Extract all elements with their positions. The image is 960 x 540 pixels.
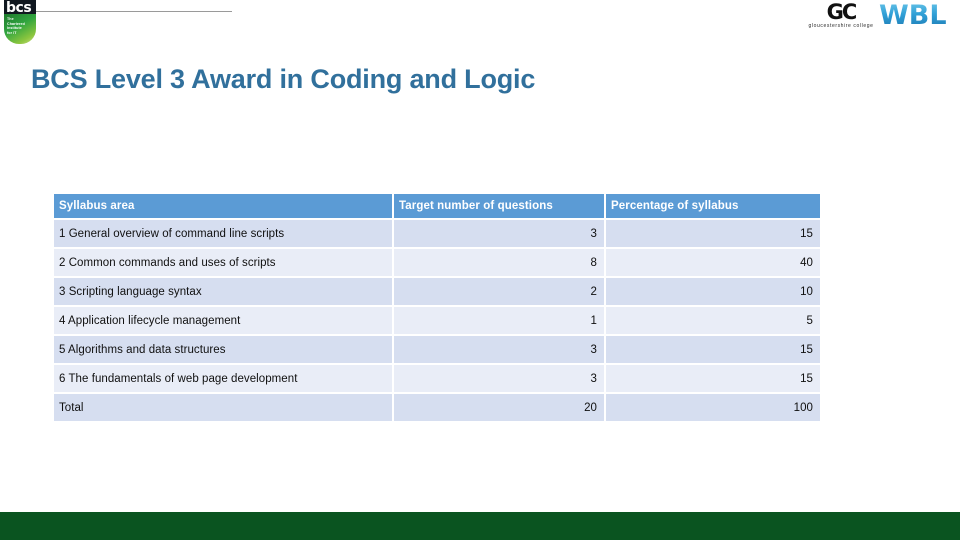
cell-syllabus-area: 6 The fundamentals of web page developme… [54,365,394,394]
cell-target-questions: 20 [394,394,606,421]
cell-target-questions: 3 [394,365,606,394]
cell-syllabus-area: 2 Common commands and uses of scripts [54,249,394,278]
cell-percentage: 15 [606,220,820,249]
slide-canvas: bcs The Chartered Institute for IT GC gl… [0,0,960,540]
gc-mark: GC [826,0,858,24]
header-divider-rule [36,11,232,12]
cell-target-questions: 3 [394,220,606,249]
syllabus-weighting-table: Syllabus area Target number of questions… [54,194,820,421]
table-row: 4 Application lifecycle management 1 5 [54,307,820,336]
bcs-strapline-line-4: for IT [7,30,17,35]
header-band: bcs The Chartered Institute for IT GC gl… [0,0,960,50]
page-title: BCS Level 3 Award in Coding and Logic [31,64,536,94]
footer-green-bar [0,512,960,540]
table-header-row: Syllabus area Target number of questions… [54,194,820,220]
cell-syllabus-area: Total [54,394,394,421]
cell-percentage: 5 [606,307,820,336]
table-row: 6 The fundamentals of web page developme… [54,365,820,394]
table-row: 1 General overview of command line scrip… [54,220,820,249]
cell-syllabus-area: 4 Application lifecycle management [54,307,394,336]
table-row-total: Total 20 100 [54,394,820,421]
gloucestershire-college-logo: GC gloucestershire college [806,2,876,32]
bcs-shield-shape: The Chartered Institute for IT [4,14,36,44]
table-row: 2 Common commands and uses of scripts 8 … [54,249,820,278]
table-row: 5 Algorithms and data structures 3 15 [54,336,820,365]
column-header-target-number-of-questions: Target number of questions [394,194,606,220]
cell-syllabus-area: 1 General overview of command line scrip… [54,220,394,249]
cell-target-questions: 2 [394,278,606,307]
bcs-strapline: The Chartered Institute for IT [7,17,31,35]
cell-percentage: 15 [606,365,820,394]
column-header-syllabus-area: Syllabus area [54,194,394,220]
bcs-shield-logo: bcs The Chartered Institute for IT [4,0,36,44]
cell-percentage: 10 [606,278,820,307]
column-header-percentage-of-syllabus: Percentage of syllabus [606,194,820,220]
cell-syllabus-area: 5 Algorithms and data structures [54,336,394,365]
gc-name: gloucestershire college [808,23,874,29]
cell-syllabus-area: 3 Scripting language syntax [54,278,394,307]
cell-target-questions: 8 [394,249,606,278]
cell-percentage: 100 [606,394,820,421]
cell-target-questions: 1 [394,307,606,336]
cell-percentage: 40 [606,249,820,278]
cell-percentage: 15 [606,336,820,365]
table-row: 3 Scripting language syntax 2 10 [54,278,820,307]
cell-target-questions: 3 [394,336,606,365]
wbl-logo: WBL [879,0,959,32]
